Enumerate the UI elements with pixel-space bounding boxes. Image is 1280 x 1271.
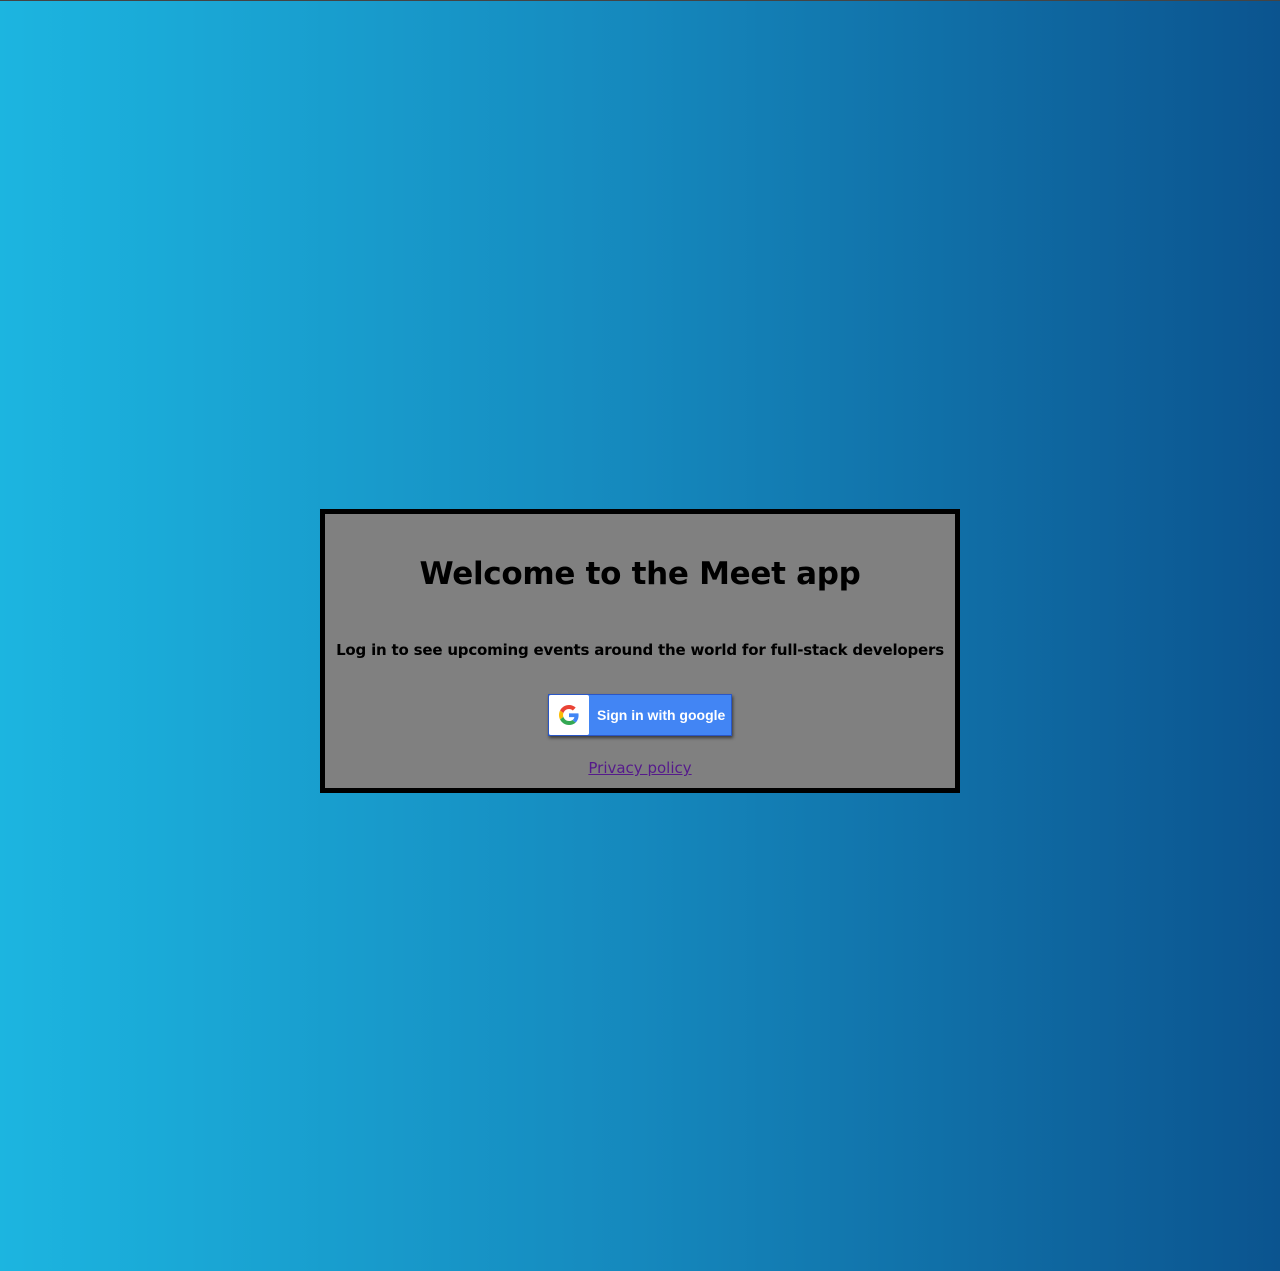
google-g-icon <box>559 705 579 725</box>
privacy-policy-link[interactable]: Privacy policy <box>325 758 955 778</box>
page-background: { "login": { "title": "Welcome to the Me… <box>0 0 1280 1271</box>
login-subtitle: Log in to see upcoming events around the… <box>336 641 944 659</box>
page-title: Welcome to the Meet app <box>419 556 861 592</box>
google-sign-in-button[interactable]: Sign in with google <box>548 694 732 736</box>
google-sign-in-label: Sign in with google <box>597 707 726 723</box>
google-icon-container <box>549 695 589 735</box>
privacy-policy-label: Privacy policy <box>588 759 692 777</box>
login-card: Welcome to the Meet app Log in to see up… <box>320 509 960 793</box>
